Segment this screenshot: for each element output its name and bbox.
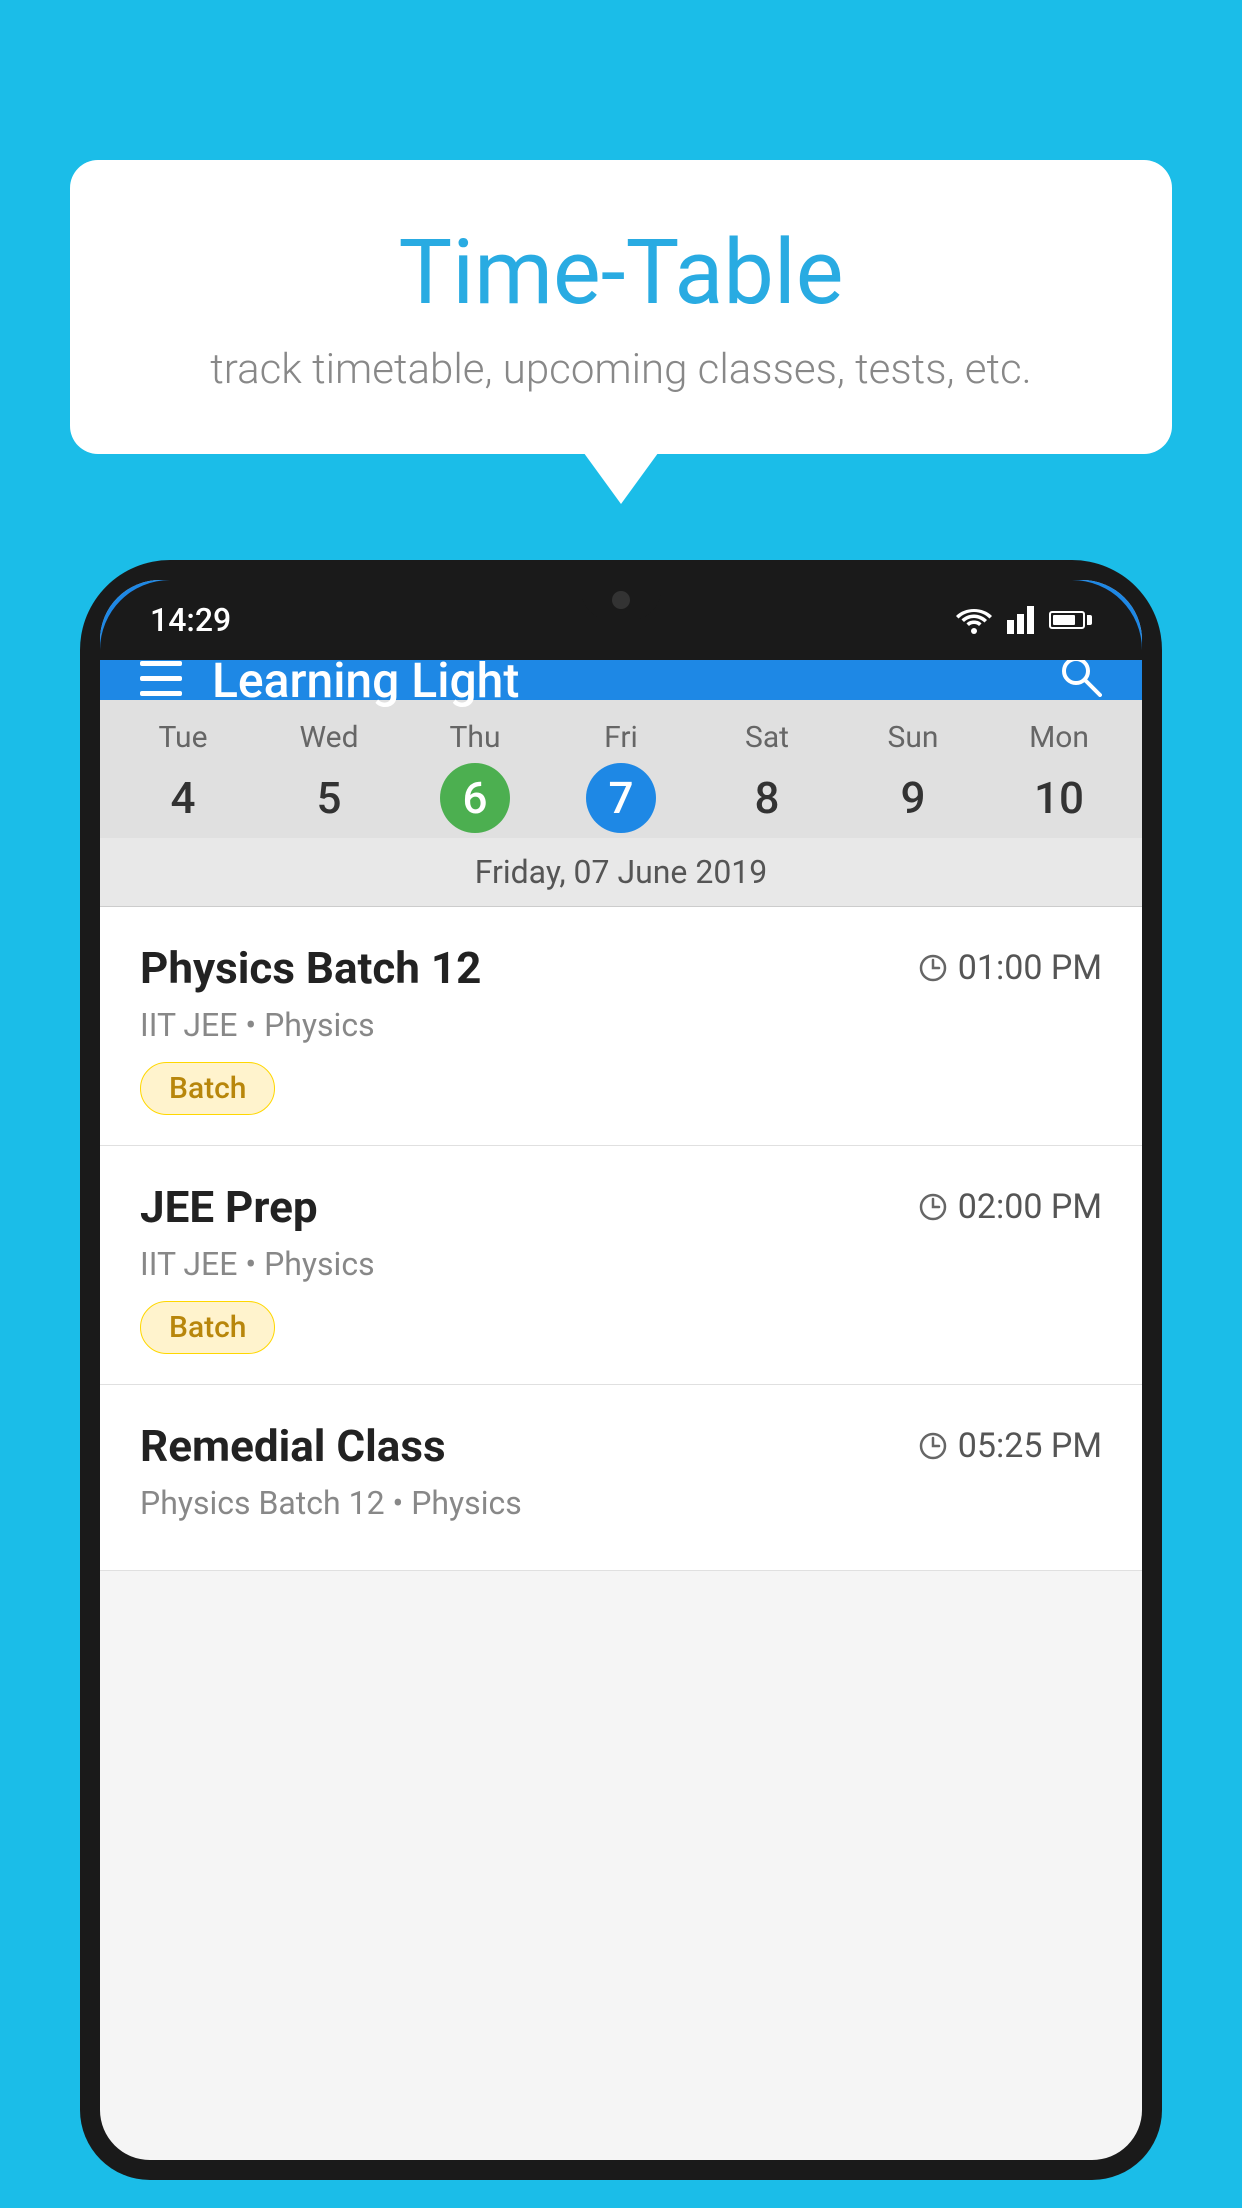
day-number: 9: [878, 763, 948, 833]
day-column-fri[interactable]: Fri 7: [548, 720, 694, 833]
selected-date-label: Friday, 07 June 2019: [100, 838, 1142, 907]
status-icons: [956, 606, 1092, 634]
day-name: Sat: [745, 720, 789, 755]
day-number: 7: [586, 763, 656, 833]
status-bar: 14:29: [100, 580, 1142, 660]
day-name: Sun: [888, 720, 939, 755]
battery-icon: [1049, 611, 1092, 629]
wifi-icon: [956, 606, 992, 634]
day-number: 10: [1024, 763, 1094, 833]
phone-screen: Learning Light Tue4Wed5Thu6Fri7Sat8Sun9M…: [100, 580, 1142, 2160]
day-number: 6: [440, 763, 510, 833]
day-column-sun[interactable]: Sun 9: [840, 720, 986, 833]
class-time: 05:25 PM: [918, 1426, 1102, 1466]
day-name: Tue: [159, 720, 208, 755]
batch-badge: Batch: [140, 1062, 275, 1115]
day-name: Fri: [604, 720, 638, 755]
camera: [612, 591, 630, 609]
status-time: 14:29: [150, 601, 231, 639]
speech-bubble-container: Time-Table track timetable, upcoming cla…: [70, 160, 1172, 454]
day-column-thu[interactable]: Thu 6: [402, 720, 548, 833]
class-time: 01:00 PM: [918, 948, 1102, 988]
day-number: 5: [294, 763, 364, 833]
bubble-title: Time-Table: [130, 220, 1112, 325]
class-meta: IIT JEE • Physics: [140, 1006, 1102, 1044]
phone-notch: [581, 580, 661, 620]
app-bar-title: Learning Light: [212, 652, 1058, 709]
class-item[interactable]: Physics Batch 12 01:00 PM IIT JEE • Physi…: [100, 907, 1142, 1146]
signal-icon: [1007, 606, 1034, 634]
class-time: 02:00 PM: [918, 1187, 1102, 1227]
class-meta: IIT JEE • Physics: [140, 1245, 1102, 1283]
day-column-wed[interactable]: Wed 5: [256, 720, 402, 833]
calendar-week: Tue 4 Wed 5 Thu 6 Fri 7 Sat 8 Sun 9 Mon 10: [100, 700, 1142, 838]
class-name: Physics Batch 12: [140, 942, 481, 994]
day-name: Thu: [450, 720, 501, 755]
phone-mockup: 14:29: [80, 560, 1162, 2208]
class-name: JEE Prep: [140, 1181, 318, 1233]
day-number: 8: [732, 763, 802, 833]
class-meta: Physics Batch 12 • Physics: [140, 1484, 1102, 1522]
class-item[interactable]: JEE Prep 02:00 PM IIT JEE • Physics Batch: [100, 1146, 1142, 1385]
day-column-sat[interactable]: Sat 8: [694, 720, 840, 833]
day-name: Mon: [1029, 720, 1089, 755]
menu-icon[interactable]: [140, 652, 182, 709]
day-number: 4: [148, 763, 218, 833]
day-name: Wed: [300, 720, 359, 755]
day-column-mon[interactable]: Mon 10: [986, 720, 1132, 833]
day-column-tue[interactable]: Tue 4: [110, 720, 256, 833]
speech-bubble: Time-Table track timetable, upcoming cla…: [70, 160, 1172, 454]
phone-outer-shell: 14:29: [80, 560, 1162, 2180]
bubble-subtitle: track timetable, upcoming classes, tests…: [130, 345, 1112, 394]
class-name: Remedial Class: [140, 1420, 446, 1472]
batch-badge: Batch: [140, 1301, 275, 1354]
class-item[interactable]: Remedial Class 05:25 PM Physics Batch 12 …: [100, 1385, 1142, 1571]
search-button[interactable]: [1058, 652, 1102, 709]
class-list: Physics Batch 12 01:00 PM IIT JEE • Physi…: [100, 907, 1142, 1571]
